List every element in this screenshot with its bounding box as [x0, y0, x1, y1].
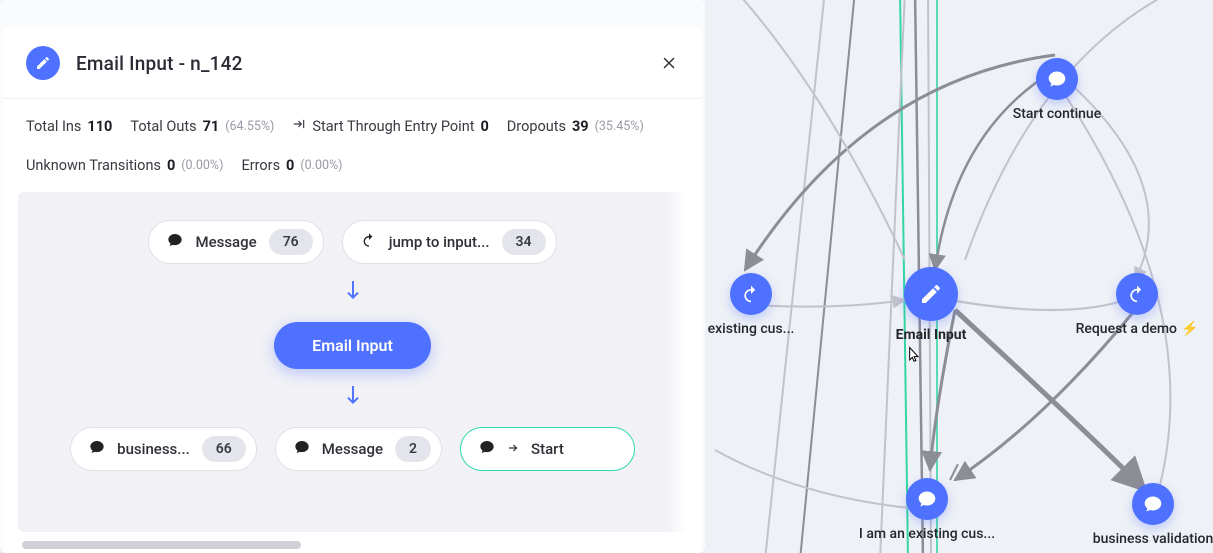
- stat-value: 39: [572, 118, 589, 135]
- pill-label: Message: [195, 233, 256, 251]
- redo-icon: [730, 273, 772, 315]
- redo-icon: [1116, 273, 1158, 315]
- pill-label: Start: [531, 440, 564, 458]
- graph-node-label: business validation: [1073, 531, 1213, 547]
- input-pill-jump[interactable]: jump to input... 34: [342, 220, 557, 264]
- stat-pct: (35.45%): [595, 119, 644, 134]
- horizontal-scrollbar[interactable]: [22, 541, 301, 549]
- stat-total-ins: Total Ins 110: [26, 117, 112, 135]
- output-pill-start[interactable]: Start: [460, 427, 635, 471]
- chat-icon: [906, 478, 948, 520]
- arrow-right-icon: [507, 440, 519, 458]
- graph-node-label: Request a demo⚡: [1052, 321, 1213, 337]
- graph-canvas[interactable]: Start continue existing cus... Email Inp…: [705, 0, 1213, 553]
- pill-label: jump to input...: [389, 233, 490, 251]
- entry-icon: [292, 117, 306, 135]
- center-node-label: Email Input: [312, 336, 393, 355]
- stat-value: 110: [87, 118, 112, 135]
- stat-value: 71: [203, 118, 220, 135]
- node-detail-panel: Email Input - n_142 Total Ins 110 Total …: [0, 0, 705, 553]
- chat-icon: [1132, 483, 1174, 525]
- stat-value: 0: [167, 157, 175, 174]
- graph-node-start-continue[interactable]: Start continue: [987, 58, 1127, 122]
- stat-label: Unknown Transitions: [26, 157, 161, 174]
- pill-count: 2: [395, 436, 431, 462]
- graph-node-label: Start continue: [987, 106, 1127, 122]
- pill-label: business...: [117, 440, 190, 458]
- panel-title: Email Input - n_142: [76, 52, 243, 75]
- stat-errors: Errors 0 (0.00%): [241, 157, 342, 174]
- stat-label: Total Outs: [130, 118, 196, 135]
- graph-node-request-demo[interactable]: Request a demo⚡: [1052, 273, 1213, 337]
- stats-row: Total Ins 110 Total Outs 71 (64.55%) Sta…: [4, 99, 701, 184]
- chat-icon: [294, 439, 310, 459]
- arrow-down-icon: [343, 278, 363, 308]
- graph-node-label: I am an existing cus...: [857, 526, 997, 542]
- pill-count: 66: [202, 436, 246, 462]
- stat-value: 0: [480, 118, 488, 135]
- chat-icon: [479, 439, 495, 459]
- stat-label: Dropouts: [507, 118, 566, 135]
- stat-pct: (0.00%): [181, 158, 223, 173]
- graph-node-label: existing cus...: [705, 321, 821, 337]
- pencil-icon: [904, 267, 958, 321]
- close-button[interactable]: [659, 53, 679, 73]
- graph-node-iam-existing[interactable]: I am an existing cus...: [857, 478, 997, 542]
- graph-node-existing-cus[interactable]: existing cus...: [705, 273, 821, 337]
- input-pill-row: Message 76 jump to input... 34: [148, 220, 556, 264]
- pencil-icon: [26, 46, 60, 80]
- stat-total-outs: Total Outs 71 (64.55%): [130, 117, 274, 135]
- output-pill-row: business... 66 Message 2 Start: [64, 427, 641, 471]
- flow-diagram: Message 76 jump to input... 34 Email Inp…: [18, 192, 687, 532]
- center-node[interactable]: Email Input: [274, 322, 431, 369]
- chat-icon: [1036, 58, 1078, 100]
- stat-unknown: Unknown Transitions 0 (0.00%): [26, 157, 223, 174]
- stat-pct: (64.55%): [225, 119, 274, 134]
- stat-dropouts: Dropouts 39 (35.45%): [507, 117, 644, 135]
- bolt-icon: ⚡: [1181, 321, 1198, 337]
- stat-label: Total Ins: [26, 118, 81, 135]
- stat-pct: (0.00%): [300, 158, 342, 173]
- graph-node-biz-validation[interactable]: business validation: [1073, 483, 1213, 547]
- pill-label: Message: [322, 440, 383, 458]
- stat-label: Errors: [241, 157, 280, 174]
- output-pill-message[interactable]: Message 2: [275, 427, 442, 471]
- stat-label: Start Through Entry Point: [312, 118, 474, 135]
- graph-node-email-input[interactable]: Email Input: [861, 267, 1001, 343]
- cursor-icon: [903, 345, 923, 365]
- chat-icon: [167, 232, 183, 252]
- redo-icon: [361, 232, 377, 252]
- pill-count: 34: [502, 229, 546, 255]
- output-pill-business[interactable]: business... 66: [70, 427, 257, 471]
- chat-icon: [89, 439, 105, 459]
- arrow-down-icon: [343, 383, 363, 413]
- stat-start-entry: Start Through Entry Point 0: [292, 117, 488, 135]
- pill-count: 76: [269, 229, 313, 255]
- graph-node-label: Email Input: [861, 327, 1001, 343]
- stat-value: 0: [286, 157, 294, 174]
- panel-header: Email Input - n_142: [4, 28, 701, 99]
- input-pill-message[interactable]: Message 76: [148, 220, 323, 264]
